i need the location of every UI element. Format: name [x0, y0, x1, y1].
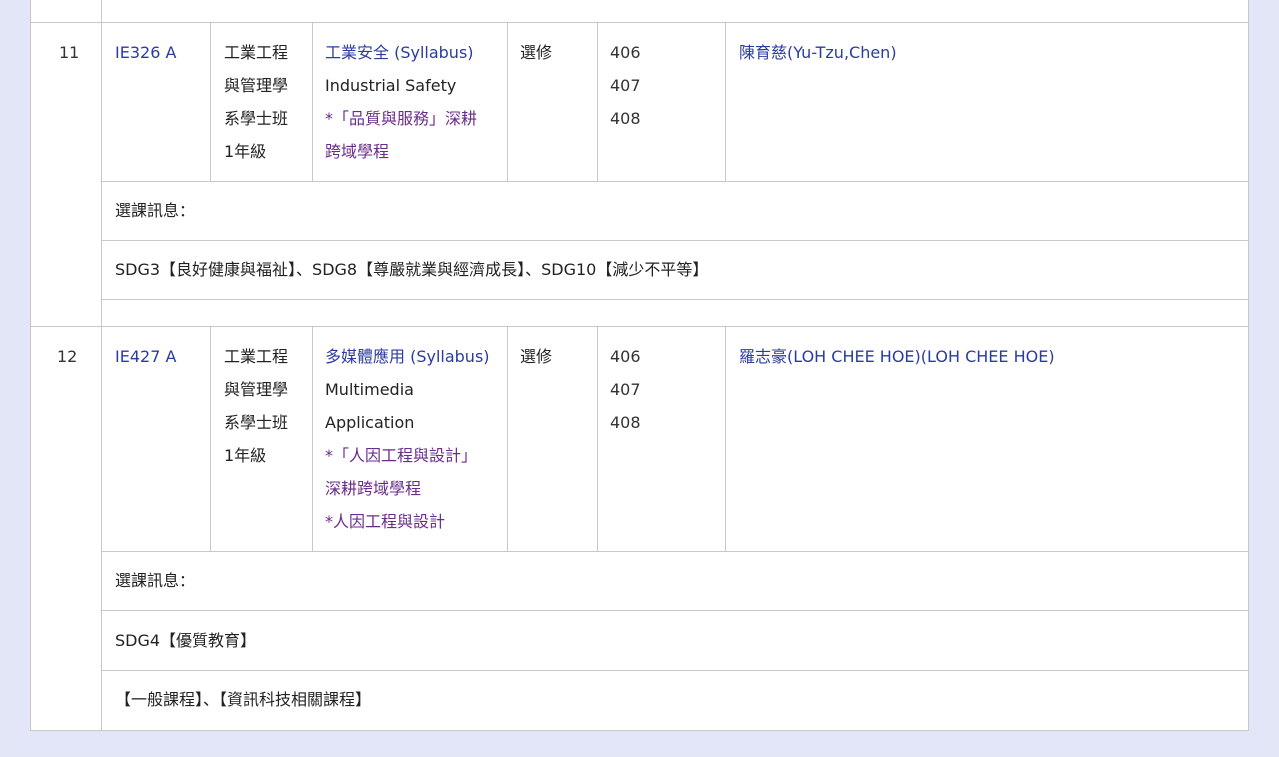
course-title-link[interactable]: 多媒體應用 (Syllabus): [325, 340, 490, 373]
program-link[interactable]: 跨域學程: [325, 135, 389, 168]
course-code-link[interactable]: IE427 A: [115, 340, 176, 373]
column-divider: [597, 22, 598, 181]
course-english-name: Application: [325, 413, 415, 432]
course-table: 11 IE326 A 工業工程 與管理學 系學士班 1年級 工業安全 (Syll…: [30, 0, 1249, 731]
sdg-tags: SDG4【優質教育】: [115, 631, 257, 650]
row-divider: [101, 670, 1248, 671]
course-type: 選修: [520, 347, 553, 366]
class-line: 與管理學: [224, 380, 289, 399]
class-line: 系學士班: [224, 109, 289, 128]
class-line: 1年級: [224, 142, 267, 161]
class-line: 工業工程: [224, 43, 289, 62]
column-divider: [725, 22, 726, 181]
course-english-name: Multimedia: [325, 380, 414, 399]
program-link[interactable]: *「品質與服務」深耕: [325, 102, 477, 135]
column-divider: [597, 326, 598, 551]
row-index: 11: [59, 43, 80, 62]
row-divider: [31, 326, 1248, 327]
room-number: 406: [610, 347, 641, 366]
column-divider: [210, 22, 211, 181]
course-english-name: Industrial Safety: [325, 76, 457, 95]
column-divider: [507, 326, 508, 551]
room-number: 407: [610, 380, 641, 399]
column-divider: [312, 326, 313, 551]
row-divider: [101, 240, 1248, 241]
enrollment-info-label: 選課訊息：: [115, 201, 196, 220]
program-link[interactable]: 深耕跨域學程: [325, 472, 421, 505]
column-divider: [725, 326, 726, 551]
teacher-link[interactable]: 陳育慈(Yu-Tzu,Chen): [739, 36, 897, 69]
row-divider: [101, 610, 1248, 611]
row-index: 12: [57, 347, 78, 366]
class-line: 工業工程: [224, 347, 289, 366]
course-type: 選修: [520, 43, 553, 62]
column-divider: [507, 22, 508, 181]
room-number: 408: [610, 109, 641, 128]
row-divider: [101, 551, 1248, 552]
sdg-tags: SDG3【良好健康與福祉】、SDG8【尊嚴就業與經濟成長】、SDG10【減少不平…: [115, 260, 709, 279]
program-link[interactable]: *人因工程與設計: [325, 505, 445, 538]
class-line: 系學士班: [224, 413, 289, 432]
column-divider: [101, 0, 102, 730]
class-line: 與管理學: [224, 76, 289, 95]
class-line: 1年級: [224, 446, 267, 465]
row-divider: [31, 22, 1248, 23]
room-number: 406: [610, 43, 641, 62]
course-category: 【一般課程】、【資訊科技相關課程】: [115, 690, 372, 709]
row-divider: [101, 181, 1248, 182]
program-link[interactable]: *「人因工程與設計」: [325, 439, 477, 472]
room-number: 407: [610, 76, 641, 95]
row-divider: [101, 299, 1248, 300]
enrollment-info-label: 選課訊息：: [115, 571, 196, 590]
column-divider: [312, 22, 313, 181]
column-divider: [210, 326, 211, 551]
course-title-link[interactable]: 工業安全 (Syllabus): [325, 36, 474, 69]
room-number: 408: [610, 413, 641, 432]
course-code-link[interactable]: IE326 A: [115, 36, 176, 69]
teacher-link[interactable]: 羅志豪(LOH CHEE HOE)(LOH CHEE HOE): [739, 340, 1055, 373]
